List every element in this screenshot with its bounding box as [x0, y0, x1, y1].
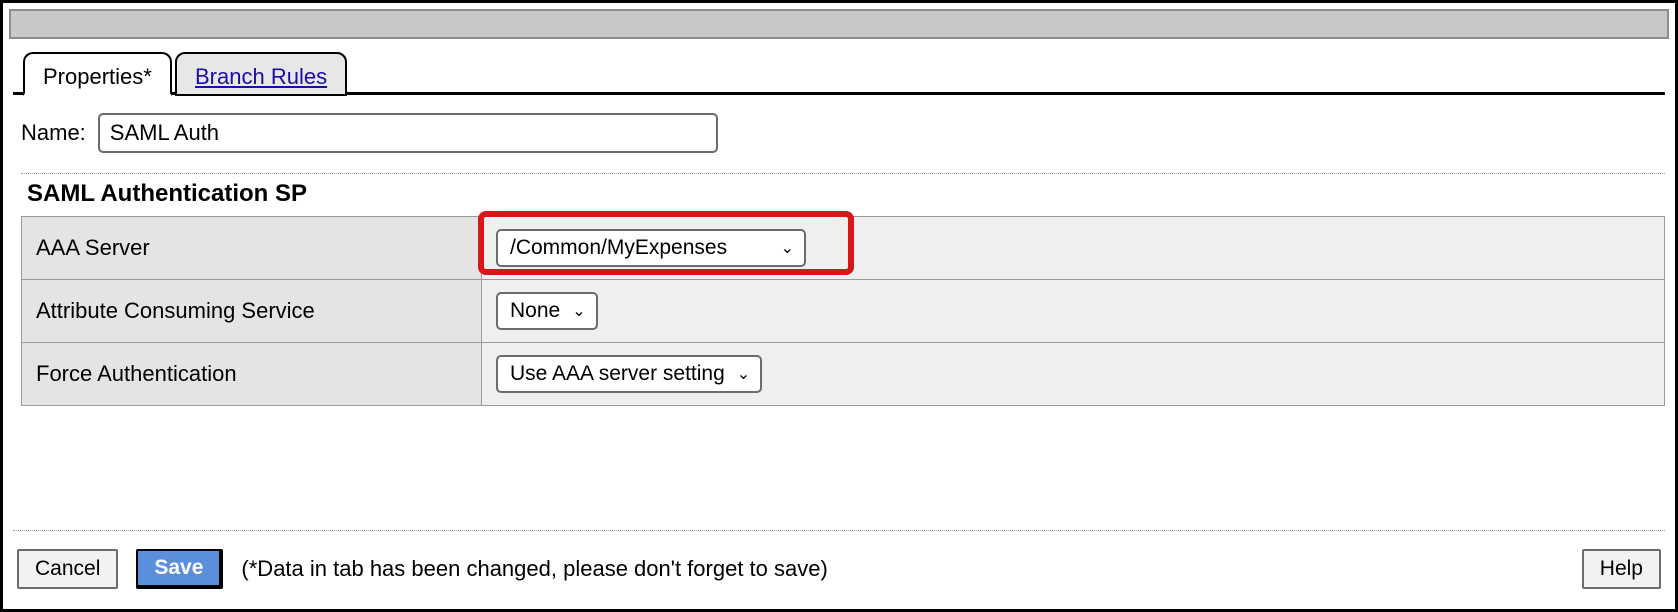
select-attr-consuming-value: None: [510, 299, 560, 323]
label-force-auth: Force Authentication: [22, 343, 482, 406]
tab-row: Properties* Branch Rules: [3, 47, 1675, 95]
select-force-auth-value: Use AAA server setting: [510, 362, 725, 386]
chevron-down-icon: ⌄: [572, 301, 585, 321]
row-aaa-server: AAA Server /Common/MyExpenses ⌄: [22, 217, 1665, 280]
tab-branch-rules-label[interactable]: Branch Rules: [195, 64, 327, 90]
cancel-button[interactable]: Cancel: [17, 549, 118, 589]
footer-divider: [13, 530, 1665, 531]
cell-force-auth: Use AAA server setting ⌄: [482, 343, 1665, 406]
select-force-auth[interactable]: Use AAA server setting ⌄: [496, 355, 762, 393]
row-attr-consuming: Attribute Consuming Service None ⌄: [22, 280, 1665, 343]
tab-properties[interactable]: Properties*: [23, 52, 172, 96]
save-button[interactable]: Save: [136, 549, 223, 589]
title-bar: [9, 9, 1669, 39]
name-row: Name:: [21, 113, 1665, 153]
chevron-down-icon: ⌄: [737, 364, 750, 384]
cell-aaa-server: /Common/MyExpenses ⌄: [482, 217, 1665, 280]
unsaved-note: (*Data in tab has been changed, please d…: [241, 556, 1563, 582]
section-title: SAML Authentication SP: [27, 180, 1665, 208]
select-aaa-server-value: /Common/MyExpenses: [510, 236, 727, 260]
dialog-window: Properties* Branch Rules Name: SAML Auth…: [0, 0, 1678, 612]
label-aaa-server: AAA Server: [22, 217, 482, 280]
row-force-auth: Force Authentication Use AAA server sett…: [22, 343, 1665, 406]
select-attr-consuming[interactable]: None ⌄: [496, 292, 598, 330]
label-attr-consuming: Attribute Consuming Service: [22, 280, 482, 343]
select-aaa-server[interactable]: /Common/MyExpenses ⌄: [496, 229, 806, 267]
tab-properties-label: Properties*: [43, 64, 152, 90]
name-input[interactable]: [98, 113, 718, 153]
divider: [21, 173, 1665, 174]
tab-branch-rules[interactable]: Branch Rules: [175, 52, 347, 96]
tab-content: Name: SAML Authentication SP AAA Server …: [3, 95, 1675, 406]
chevron-down-icon: ⌄: [781, 238, 794, 258]
cell-attr-consuming: None ⌄: [482, 280, 1665, 343]
name-label: Name:: [21, 120, 86, 146]
footer: Cancel Save (*Data in tab has been chang…: [3, 533, 1675, 609]
settings-table: AAA Server /Common/MyExpenses ⌄ Attribut…: [21, 216, 1665, 406]
help-button[interactable]: Help: [1582, 549, 1661, 589]
